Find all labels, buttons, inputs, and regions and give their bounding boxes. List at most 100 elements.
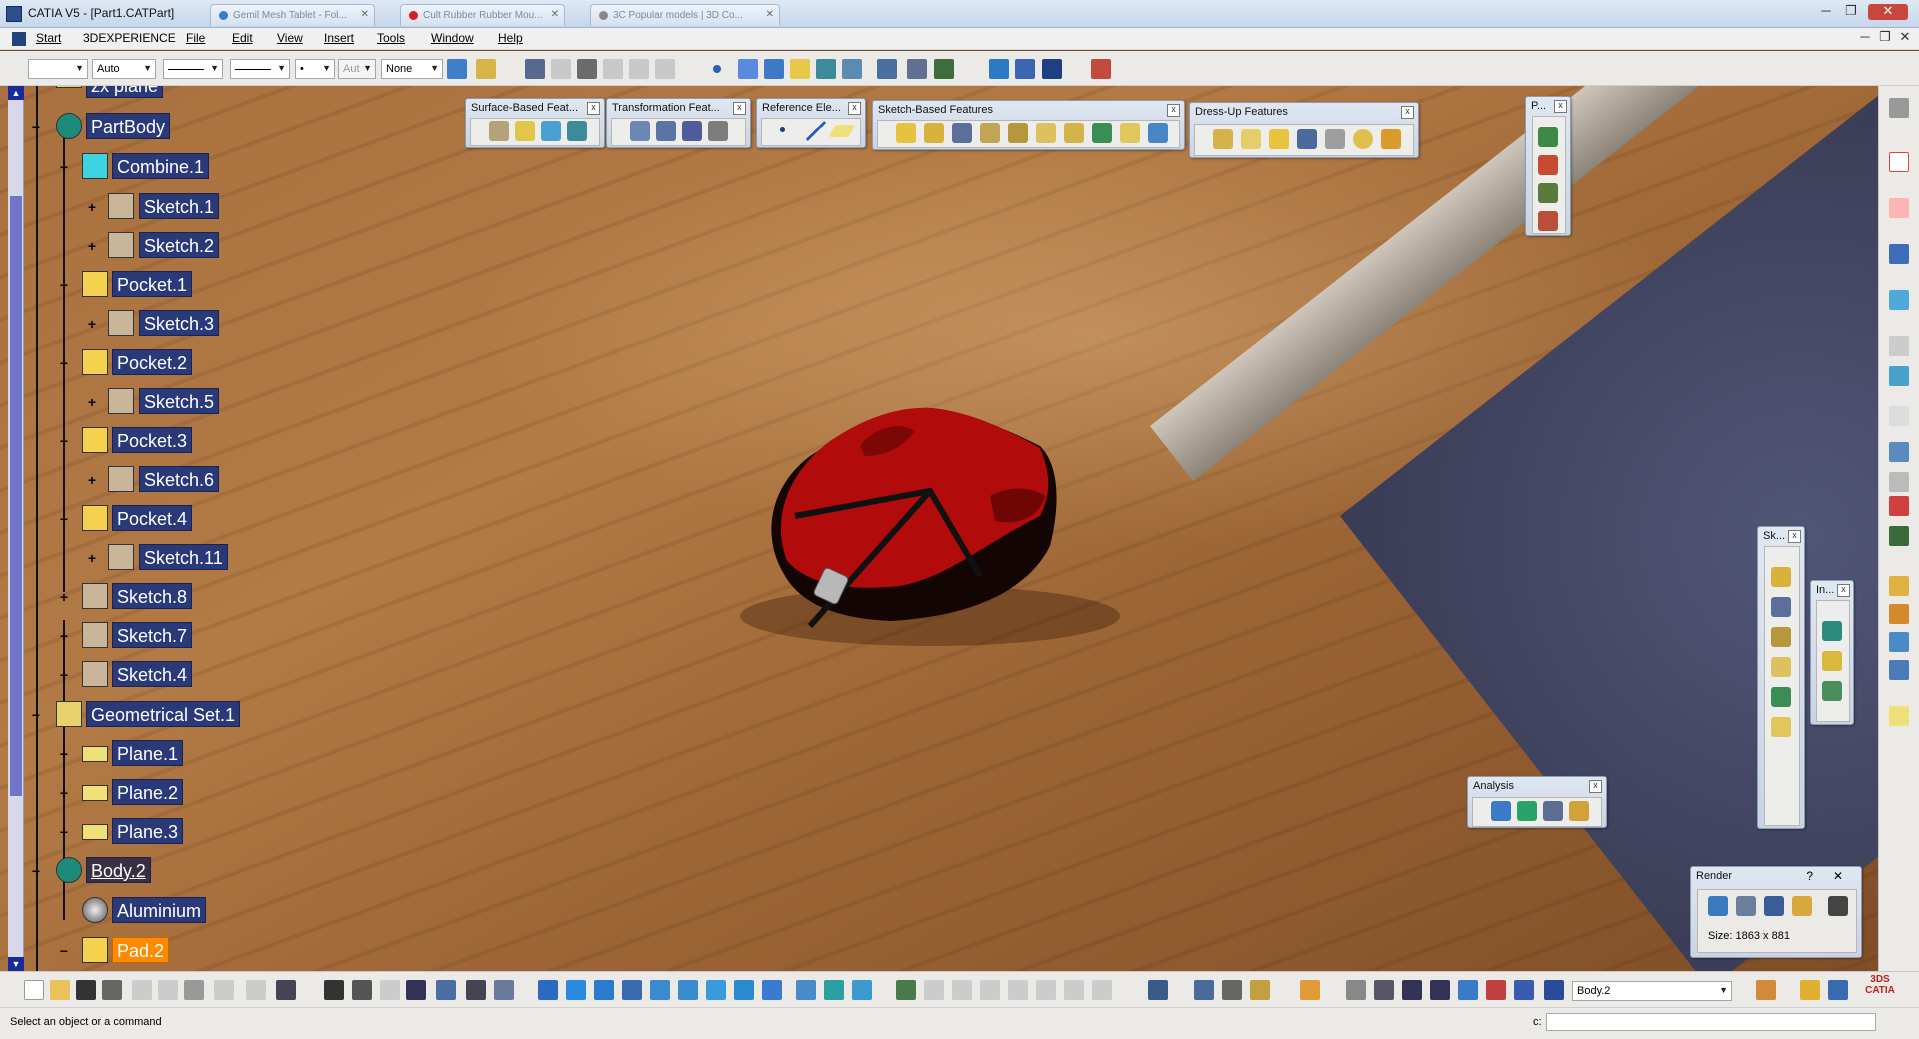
menu-view[interactable]: View [277,31,303,45]
disabled-icon[interactable] [603,59,623,79]
menu-insert[interactable]: Insert [324,31,354,45]
collapse-icon[interactable]: − [58,434,70,448]
formula-icon[interactable] [324,980,344,1000]
redo-icon[interactable] [246,980,266,1000]
thickness-icon[interactable] [1325,129,1345,149]
pad-icon[interactable] [896,123,916,143]
fly-mode-icon[interactable] [538,980,558,1000]
properties-icon[interactable] [476,59,496,79]
extrude-icon[interactable] [842,59,862,79]
linetype-combo[interactable]: ▼ [163,59,223,79]
disabled-icon[interactable] [1889,472,1909,492]
menu-tools[interactable]: Tools [377,31,405,45]
expand-icon[interactable]: + [58,786,70,800]
tree-filter-icon[interactable] [1486,980,1506,1000]
disabled-icon[interactable] [1092,980,1112,1000]
expand-icon[interactable]: + [86,395,98,409]
surface-based-features-toolbar[interactable]: Surface-Based Feat... x [465,98,605,148]
tree-node-sketch-8[interactable]: Sketch.8 [112,583,193,609]
rib-icon[interactable] [1771,657,1791,677]
doc-minimize-button[interactable]: ─ [1855,30,1875,46]
draft-icon[interactable] [1269,129,1289,149]
scroll-up-arrow-icon[interactable]: ▲ [8,86,24,100]
doc-restore-button[interactable]: ❐ [1875,30,1895,46]
cylinder-icon[interactable] [1458,980,1478,1000]
comment-icon[interactable] [352,980,372,1000]
thickness-combo[interactable]: ▼ [230,59,290,79]
help-icon[interactable] [1042,59,1062,79]
instantiate-icon[interactable] [1538,211,1558,231]
remove-face-icon[interactable] [1381,129,1401,149]
counter-icon[interactable] [1430,980,1450,1000]
menu-help[interactable]: Help [498,31,523,45]
tree-node-sketch-2[interactable]: Sketch.2 [139,232,220,258]
transformation-features-toolbar[interactable]: Transformation Feat... x [606,98,751,148]
zoom-out-icon[interactable] [678,980,698,1000]
catalog-icon[interactable] [1538,183,1558,203]
render-lights-icon[interactable] [1792,896,1812,916]
tree-node-sketch-5[interactable]: Sketch.5 [139,388,220,414]
analysis-toolbar[interactable]: Analysis x [1467,776,1607,828]
geometrical-set-icon[interactable] [1822,651,1842,671]
pan-icon[interactable] [594,980,614,1000]
menu-window[interactable]: Window [431,31,474,45]
pocket-icon[interactable] [1771,567,1791,587]
scroll-down-arrow-icon[interactable]: ▼ [8,957,24,971]
disabled-icon[interactable] [380,980,400,1000]
collapse-icon[interactable]: − [58,512,70,526]
collapse-icon[interactable]: − [30,708,42,722]
fit-all-icon[interactable] [566,980,586,1000]
iso-view-icon[interactable] [762,980,782,1000]
rib-icon[interactable] [1036,123,1056,143]
menu-3dexperience[interactable]: 3DEXPERIENCE [83,31,176,45]
close-icon[interactable]: x [1554,100,1567,113]
settings-gear-icon[interactable] [1889,98,1909,118]
users-icon[interactable] [1091,59,1111,79]
sketch-tool-icon[interactable] [577,59,597,79]
pattern-icon[interactable] [682,121,702,141]
scan-icon[interactable] [1194,980,1214,1000]
browser-tab-1[interactable]: Gemil Mesh Tablet - Fol... ✕ [210,4,375,26]
print-icon[interactable] [102,980,122,1000]
transparency-combo[interactable]: Auto ▼ [92,59,156,79]
minimize-button[interactable]: ─ [1816,4,1836,20]
measure-icon[interactable] [1889,442,1909,462]
copy-icon[interactable] [158,980,178,1000]
help-button[interactable]: ? [1806,869,1813,883]
split-icon[interactable] [489,121,509,141]
translation-icon[interactable] [630,121,650,141]
tree-node-plane-2[interactable]: Plane.2 [112,779,184,805]
collapse-icon[interactable]: − [30,864,42,878]
thread-icon[interactable] [1353,129,1373,149]
union-trim-icon[interactable] [1889,660,1909,680]
surface-icon[interactable] [1889,290,1909,310]
menu-file[interactable]: File [186,31,205,45]
plane-icon[interactable] [828,125,856,137]
save-icon[interactable] [76,980,96,1000]
tree-node-pocket-4[interactable]: Pocket.4 [112,505,193,531]
chamfer-icon[interactable] [1241,129,1261,149]
render-close-button[interactable]: ✕ [1833,869,1843,883]
browser-tab-3[interactable]: 3C Popular models | 3D Co... ✕ [590,4,780,26]
close-icon[interactable]: x [1167,104,1180,117]
normal-view-icon[interactable] [706,980,726,1000]
shaft-icon[interactable] [952,123,972,143]
collapse-icon[interactable]: − [58,356,70,370]
tree-node-pocket-2[interactable]: Pocket.2 [112,349,193,375]
expand-icon[interactable]: + [86,239,98,253]
spline-icon[interactable] [738,59,758,79]
disabled-icon[interactable] [1889,336,1909,356]
render-shooting-icon[interactable] [1300,980,1320,1000]
tree-node-plane-1[interactable]: Plane.1 [112,740,184,766]
collapse-icon[interactable]: − [58,160,70,174]
rotate-icon[interactable] [622,980,642,1000]
power-copy-icon[interactable] [1538,155,1558,175]
render-settings-icon[interactable] [1736,896,1756,916]
disabled-icon[interactable] [655,59,675,79]
boolean-icon[interactable] [877,59,897,79]
collapse-icon[interactable]: − [30,120,42,134]
tree-node-pocket-3[interactable]: Pocket.3 [112,427,193,453]
sketch-based-features-toolbar[interactable]: Sketch-Based Features x [872,100,1185,150]
slot-icon[interactable] [1064,123,1084,143]
mouse-model[interactable] [740,386,1120,646]
